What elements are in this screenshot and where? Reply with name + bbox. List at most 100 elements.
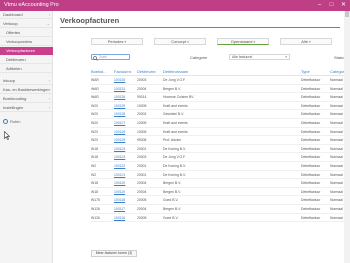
column-header-debiteurnr[interactable]: Debiteurnr. [137, 69, 157, 74]
cell-factuurnr[interactable]: 100118 [114, 198, 125, 202]
column-header-factuurnr[interactable]: Factuurnr. [114, 69, 132, 74]
user-icon [3, 119, 8, 124]
table-row[interactable]: W2 100121 20001 De Koning B.V. Debetfactuur N… [91, 171, 348, 180]
table-row[interactable]: WAR 100130 20003 De Jong V.O.F. Debetfactuur… [91, 76, 348, 85]
maximize-icon[interactable]: □ [328, 1, 335, 9]
cell-factuurnr[interactable]: 100122 [114, 164, 125, 168]
cell-factuurnr[interactable]: 100129 [114, 104, 125, 108]
cell-factuurnr[interactable]: 100124 [114, 147, 125, 151]
cell-factuurnr[interactable]: 100125 [114, 138, 125, 142]
category-label: Categorie [190, 55, 208, 60]
table-row[interactable]: W20 100129 10005 Kraft and events Debetfactu… [91, 102, 348, 111]
cell-type: Debetfactuur [301, 138, 321, 143]
cell-boekstuk: W126 [91, 215, 100, 220]
table-row[interactable]: W20 100128 20002 Gewinkel B.V. Debetfactuur N… [91, 110, 348, 119]
cell-factuurnr[interactable]: 100123 [114, 155, 125, 159]
sidebar-item-instellingen[interactable]: Instellingen › [0, 104, 53, 112]
cell-factuurnr[interactable]: 100116 [114, 216, 125, 220]
sidebar-item-debiteuren[interactable]: Debiteuren [0, 56, 53, 64]
sidebar-item-label: Debiteuren [6, 57, 26, 62]
search-input[interactable]: Zoek [91, 54, 130, 61]
cell-factuurnr[interactable]: 100117 [114, 207, 125, 211]
sidebar-item-dashboard[interactable]: Dashboard › [0, 11, 53, 19]
cell-categorie: Normaal [330, 120, 343, 125]
sidebar-item-inkoop[interactable]: Inkoop › [0, 77, 53, 85]
table-row[interactable]: W2 100122 20001 De Koning B.V. Debetfactuur N… [91, 162, 348, 171]
cell-factuurnr[interactable]: 100121 [114, 173, 125, 177]
scrollbar-thumb[interactable] [345, 11, 349, 17]
cell-boekstuk: W20 [91, 138, 98, 143]
cell-debiteurnr: 20003 [137, 78, 147, 82]
minimize-icon[interactable]: – [316, 1, 323, 9]
sidebar-item-offertes[interactable]: Offertes [0, 29, 53, 37]
cell-factuurnr[interactable]: 100126 [114, 130, 125, 134]
chevron-right-icon: › [48, 12, 50, 17]
chevron-down-icon: ⌄ [46, 21, 50, 26]
filter-tab-alle[interactable]: Alle▾ [280, 38, 332, 45]
category-select[interactable]: Alle factuurst ▾ [229, 54, 290, 60]
cell-type: Debetfactuur [301, 206, 321, 211]
load-more-button[interactable]: Meer facturen tonen (3) [91, 250, 137, 257]
app-window: Vtmu eAccounting Pro – □ ✕ Dashboard › V… [0, 0, 350, 263]
column-header-boekstuk[interactable]: Boekst... [91, 69, 107, 74]
page-title: Verkoopfacturen [60, 16, 120, 25]
table-row[interactable]: W20 100126 10005 Kraft and events Debetfactu… [91, 128, 348, 137]
cell-type: Debetfactuur [301, 112, 321, 117]
sidebar-item-verkooporders[interactable]: Verkooporders [0, 38, 53, 46]
cell-debiteurnr: 99014 [137, 95, 147, 100]
cell-categorie: Normaal [330, 146, 343, 151]
caret-down-icon: ▾ [308, 40, 311, 44]
sidebar-item-verkoop[interactable]: Verkoop ⌄ [0, 20, 53, 28]
filter-tab-label: Periodes [107, 39, 124, 44]
table-row[interactable]: W20 100127 10005 Kraft and events Debetfactu… [91, 119, 348, 128]
sidebar-item-artikelen[interactable]: Artikelen [0, 65, 53, 73]
caret-down-icon: ▾ [285, 55, 287, 59]
table-row[interactable]: W175 100118 20005 Goed B.V. Debetfactuur Norm… [91, 196, 348, 205]
cell-categorie: Normaal [330, 155, 343, 160]
filter-tab-label: Alle [301, 39, 308, 44]
table-row[interactable]: W20 100125 99008 Prof. Advice Debetfactuur No… [91, 136, 348, 145]
table-row[interactable]: WAR 100131 20004 Bergen B.V. Debetfactuur Nor… [91, 85, 348, 94]
cell-factuurnr[interactable]: 100126 [114, 95, 125, 99]
cell-debiteurnaam: De Koning B.V. [163, 172, 186, 177]
column-header-debiteurnaam[interactable]: Debiteurnaam [163, 69, 188, 74]
cell-factuurnr[interactable]: 100119 [114, 190, 125, 194]
cell-type: Debetfactuur [301, 198, 321, 203]
sidebar-item-boekhouding[interactable]: Boekhouding › [0, 95, 53, 103]
cell-type: Debetfactuur [301, 95, 321, 100]
cell-debiteurnaam: De Koning B.V. [163, 146, 186, 151]
cell-factuurnr[interactable]: 100130 [114, 78, 125, 82]
cell-type: Debetfactuur [301, 189, 321, 194]
cell-categorie: Normaal [330, 112, 343, 117]
scrollbar[interactable] [344, 11, 350, 263]
cell-factuurnr[interactable]: 100120 [114, 181, 125, 185]
sidebar-item-label: Verkooporders [6, 39, 33, 44]
table-row[interactable]: W18 100119 20004 Bergen B.V. Debetfactuur Nor… [91, 188, 348, 197]
close-icon[interactable]: ✕ [340, 1, 347, 9]
sidebar-item-label: Verkoop [3, 21, 18, 26]
filter-tab-openstaand[interactable]: Openstaand▾ [217, 38, 269, 45]
cell-categorie: Normaal [330, 172, 343, 177]
user-menu[interactable]: Robin [3, 118, 20, 125]
cell-categorie: Normaal [330, 198, 343, 203]
sidebar-item-label: Verkoopfacturen [6, 48, 36, 53]
column-header-type[interactable]: Type [301, 69, 310, 74]
cell-debiteurnaam: De Jong V.O.F. [163, 78, 186, 82]
table-row[interactable]: W18 100124 20001 De Koning B.V. Debetfactuur… [91, 145, 348, 154]
filter-tab-concept[interactable]: Concept▾ [154, 38, 206, 45]
table-row[interactable]: W126 100116 20005 Goed B.V. Debetfactuur Norm… [91, 214, 348, 223]
sidebar-item-verkoopfacturen[interactable]: Verkoopfacturen [0, 47, 53, 55]
table-row[interactable]: WAR 100126 99014 Hoornse Cuisine BV Debetfac… [91, 93, 348, 102]
cell-categorie: Normaal [330, 163, 343, 168]
cell-factuurnr[interactable]: 100131 [114, 87, 125, 91]
app-title: Vtmu eAccounting Pro [4, 2, 59, 8]
cell-factuurnr[interactable]: 100128 [114, 112, 125, 116]
sidebar: Dashboard › Verkoop ⌄ Offertes Verkoopor… [0, 11, 53, 263]
table-row[interactable]: W18 100123 20003 De Jong V.O.F. Debetfactuur… [91, 153, 348, 162]
table-row[interactable]: W126 100117 20004 Bergen B.V. Debetfactuur No… [91, 205, 348, 214]
sidebar-item-kas-bank[interactable]: Kas- en Bankbewerkingen › [0, 86, 53, 94]
table-row[interactable]: W18 100120 20004 Bergen B.V. Debetfactuur Nor… [91, 179, 348, 188]
cell-factuurnr[interactable]: 100127 [114, 121, 125, 125]
sidebar-item-label: Inkoop [3, 78, 16, 83]
filter-tab-periodes[interactable]: Periodes▾ [91, 38, 143, 45]
